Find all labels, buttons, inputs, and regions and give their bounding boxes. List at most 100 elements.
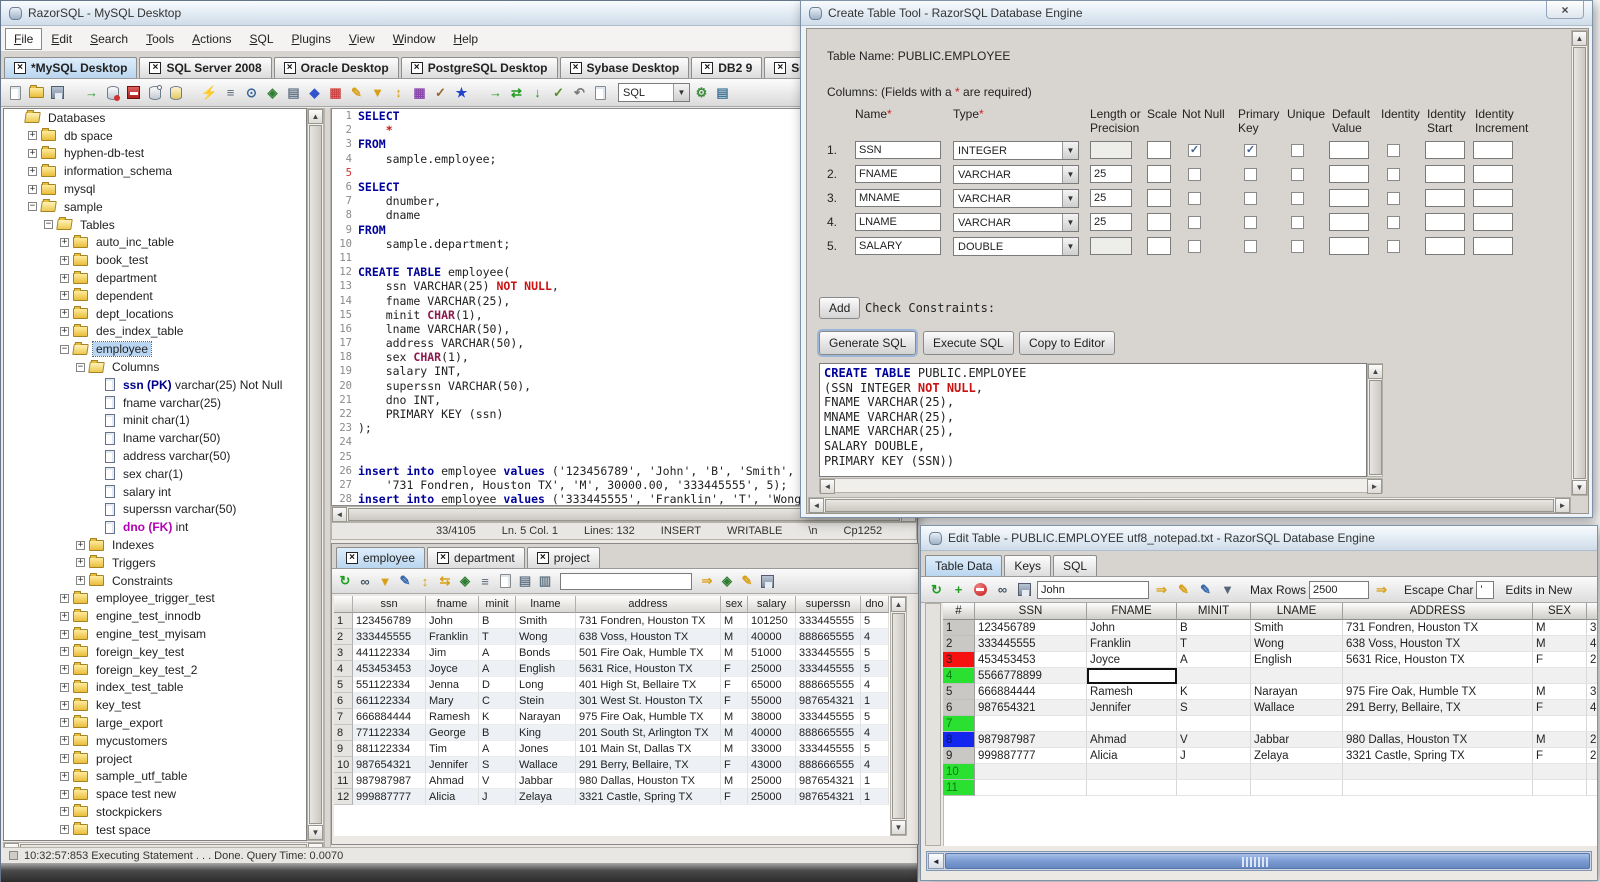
identity-checkbox[interactable] (1387, 192, 1400, 205)
table-cell[interactable] (1087, 780, 1177, 796)
menu-item-actions[interactable]: Actions (183, 28, 240, 50)
column-header-LNAME[interactable]: LNAME (1251, 603, 1343, 620)
unique-checkbox[interactable] (1291, 216, 1304, 229)
window-vertical-scrollbar[interactable] (1571, 30, 1588, 496)
filter-icon[interactable]: ▼ (376, 572, 394, 590)
generate-sql-button[interactable]: Generate SQL (816, 329, 919, 357)
open-file-icon[interactable] (27, 83, 46, 102)
table-cell[interactable] (1177, 780, 1251, 796)
type-dropdown[interactable]: VARCHAR ▼ (953, 189, 1079, 208)
table-cell[interactable]: 3321 Castle, Spring TX (576, 789, 721, 805)
table-cell[interactable]: 291 Berry, Bellaire, TX (1343, 700, 1533, 716)
column-header-SEX[interactable]: SEX (1533, 603, 1587, 620)
table-cell[interactable] (975, 716, 1087, 732)
not-null-checkbox[interactable] (1188, 240, 1201, 253)
name-field[interactable]: LNAME (855, 213, 941, 231)
table-cell[interactable]: Smith (516, 613, 576, 629)
identity-increment-field[interactable] (1473, 189, 1513, 207)
column-header[interactable] (334, 596, 353, 613)
table-cell[interactable]: Wong (516, 629, 576, 645)
identity-increment-field[interactable] (1473, 213, 1513, 231)
identity-increment-field[interactable] (1473, 237, 1513, 255)
column-header-address[interactable]: address (576, 596, 721, 613)
close-icon[interactable] (410, 62, 423, 74)
row-number[interactable]: 4 (943, 668, 975, 684)
table-cell[interactable] (1343, 780, 1533, 796)
expand-icon[interactable]: + (60, 611, 69, 621)
go-icon[interactable]: ⇒ (1152, 580, 1171, 599)
column-header-fname[interactable]: fname (426, 596, 479, 613)
expand-icon[interactable]: + (76, 558, 85, 568)
table-cell[interactable]: 40000 (748, 629, 796, 645)
scroll-right-icon[interactable] (1367, 479, 1382, 494)
table-cell[interactable]: Mary (426, 693, 479, 709)
expand-icon[interactable]: + (60, 665, 69, 675)
row-number[interactable]: 4 (334, 661, 353, 677)
table-cell[interactable]: 888665555 (796, 677, 861, 693)
filter-icon[interactable]: ▼ (1218, 580, 1237, 599)
identity-start-field[interactable] (1425, 189, 1465, 207)
table-cell[interactable]: Jennifer (426, 757, 479, 773)
row-number[interactable]: 9 (334, 741, 353, 757)
table-cell[interactable]: 40000 (748, 725, 796, 741)
close-icon[interactable] (1546, 1, 1584, 19)
expand-icon[interactable]: + (60, 237, 69, 247)
connection-tab-sql-server-2008[interactable]: SQL Server 2008 (139, 57, 272, 78)
identity-start-field[interactable] (1425, 213, 1465, 231)
table-cell[interactable]: Tim (426, 741, 479, 757)
table-cell[interactable]: 888666555 (796, 757, 861, 773)
table-cell[interactable]: A (479, 645, 516, 661)
tree-editor-splitter[interactable] (324, 108, 331, 859)
table-row[interactable]: 1 123456789 John B Smith 731 Fondren, Houston… (334, 613, 890, 629)
table-cell[interactable]: 441122334 (353, 645, 426, 661)
row-number[interactable]: 6 (334, 693, 353, 709)
describe-icon[interactable]: ≡ (476, 572, 494, 590)
table-cell[interactable]: 3 (1587, 620, 1597, 636)
table-cell[interactable]: 333445555 (353, 629, 426, 645)
table-cell[interactable] (1587, 764, 1597, 780)
database-tool-icon[interactable] (166, 83, 185, 102)
table-cell[interactable]: 333445555 (796, 645, 861, 661)
row-number[interactable]: 1 (334, 613, 353, 629)
close-icon[interactable] (536, 552, 549, 564)
tree-item[interactable]: + auto_inc_table (4, 234, 306, 252)
expand-icon[interactable]: + (28, 166, 37, 176)
default-value-field[interactable] (1329, 141, 1369, 159)
row-number[interactable]: 1 (943, 620, 975, 636)
menu-item-search[interactable]: Search (81, 28, 137, 50)
tree-item[interactable]: fname varchar(25) (4, 394, 306, 412)
tree-item[interactable]: + large_export (4, 714, 306, 732)
table-cell[interactable]: Narayan (1251, 684, 1343, 700)
menu-item-file[interactable]: File (5, 27, 43, 50)
table-row[interactable]: 11 987987987 Ahmad V Jabbar 980 Dallas, Houst… (334, 773, 890, 789)
tree-item[interactable]: + dept_locations (4, 305, 306, 323)
tree-item[interactable]: + stockpickers (4, 803, 306, 821)
window-horizontal-scrollbar[interactable] (808, 497, 1571, 513)
expand-icon[interactable]: + (60, 789, 69, 799)
new-file-icon[interactable] (6, 83, 25, 102)
row-number[interactable]: 2 (334, 629, 353, 645)
tree-item[interactable]: + Indexes (4, 536, 306, 554)
tree-item[interactable]: salary int (4, 483, 306, 501)
tab-sql[interactable]: SQL (1053, 555, 1098, 576)
save-icon[interactable] (48, 83, 67, 102)
menu-item-window[interactable]: Window (384, 28, 445, 50)
table-cell[interactable]: 3321 Castle, Spring TX (1343, 748, 1533, 764)
expand-icon[interactable]: + (28, 148, 37, 158)
connection-tab-sybase-desktop[interactable]: Sybase Desktop (559, 57, 690, 78)
execute-icon[interactable]: → (486, 83, 505, 102)
tree-item[interactable]: ssn (PK) varchar(25) Not Null (4, 376, 306, 394)
tree-item[interactable]: + engine_test_myisam (4, 625, 306, 643)
table-cell[interactable]: 101250 (748, 613, 796, 629)
scroll-left-icon[interactable] (809, 498, 824, 513)
default-value-field[interactable] (1329, 237, 1369, 255)
expand-icon[interactable]: + (60, 629, 69, 639)
table-cell[interactable]: Zelaya (516, 789, 576, 805)
table-row[interactable]: 5 666884444 Ramesh K Narayan 975 Fire Oak, Hu… (943, 684, 1597, 700)
table-cell[interactable]: S (1177, 700, 1251, 716)
chevron-down-icon[interactable]: ▼ (1062, 238, 1078, 255)
execute-all-icon[interactable]: ⇄ (507, 83, 526, 102)
go-icon[interactable]: ⇒ (698, 572, 716, 590)
tree-item[interactable]: dno (FK) int (4, 518, 306, 536)
identity-start-field[interactable] (1425, 165, 1465, 183)
